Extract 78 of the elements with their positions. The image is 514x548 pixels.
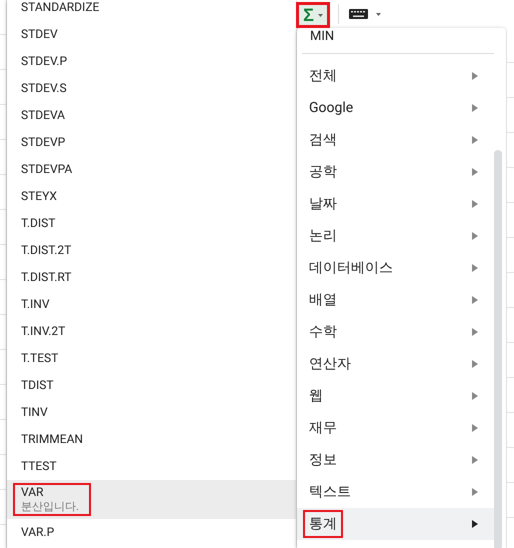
- submenu-arrow-icon: [472, 360, 478, 368]
- function-item[interactable]: T.DIST.RT: [7, 264, 296, 291]
- category-item[interactable]: Google: [297, 92, 494, 124]
- category-item[interactable]: 통계: [297, 508, 494, 540]
- function-item[interactable]: STDEVA: [7, 102, 296, 129]
- submenu-arrow-icon: [472, 168, 478, 176]
- function-name: TINV: [21, 405, 48, 420]
- function-item[interactable]: T.INV: [7, 291, 296, 318]
- submenu-arrow-icon: [472, 424, 478, 432]
- category-item[interactable]: 날짜: [297, 188, 494, 220]
- submenu-arrow-icon: [472, 264, 478, 272]
- category-item[interactable]: 데이터베이스: [297, 252, 494, 284]
- function-name: STDEV.P: [21, 54, 68, 69]
- category-item[interactable]: 웹: [297, 380, 494, 412]
- category-item[interactable]: 논리: [297, 220, 494, 252]
- function-name: TDIST: [21, 378, 54, 393]
- function-name: STANDARDIZE: [21, 0, 100, 15]
- function-name: T.DIST: [21, 216, 56, 231]
- submenu-arrow-icon: [472, 328, 478, 336]
- function-item[interactable]: STDEV.P: [7, 48, 296, 75]
- category-item[interactable]: 배열: [297, 284, 494, 316]
- submenu-arrow-icon: [472, 456, 478, 464]
- function-item[interactable]: STDEVP: [7, 129, 296, 156]
- function-name: STDEVP: [21, 135, 66, 150]
- function-name: STDEVA: [21, 108, 66, 123]
- scrollbar[interactable]: [494, 150, 502, 548]
- functions-button[interactable]: Σ: [296, 2, 330, 28]
- function-item[interactable]: STEYX: [7, 183, 296, 210]
- submenu-arrow-icon: [472, 392, 478, 400]
- category-item[interactable]: 연산자: [297, 348, 494, 380]
- category-item[interactable]: 정보: [297, 444, 494, 476]
- function-name: TTEST: [21, 459, 57, 474]
- submenu-arrow-icon: [472, 520, 478, 528]
- function-item[interactable]: TRIMMEAN: [7, 426, 296, 453]
- function-item[interactable]: VAR.P: [7, 519, 296, 546]
- function-name: STDEV: [21, 27, 58, 42]
- function-name: T.DIST.RT: [21, 270, 72, 285]
- function-name: VAR: [21, 485, 44, 500]
- caret-icon: [318, 14, 323, 16]
- function-name: TRIMMEAN: [21, 432, 83, 447]
- category-item[interactable]: 수학: [297, 316, 494, 348]
- function-name: VAR.P: [21, 525, 54, 540]
- function-name: STDEV.S: [21, 81, 67, 96]
- function-name: T.INV: [21, 297, 50, 312]
- submenu-arrow-icon: [472, 200, 478, 208]
- category-item[interactable]: 텍스트: [297, 476, 494, 508]
- function-item[interactable]: T.DIST.2T: [7, 237, 296, 264]
- submenu-arrow-icon: [472, 488, 478, 496]
- submenu-arrow-icon: [472, 232, 478, 240]
- function-item[interactable]: TTEST: [7, 453, 296, 480]
- function-item[interactable]: STDEV: [7, 21, 296, 48]
- category-item[interactable]: 검색: [297, 124, 494, 156]
- function-item[interactable]: VAR 분산입니다.: [7, 480, 296, 519]
- function-item[interactable]: T.INV.2T: [7, 318, 296, 345]
- caret-icon: [376, 12, 381, 16]
- submenu-arrow-icon: [472, 104, 478, 112]
- submenu-arrow-icon: [472, 72, 478, 80]
- function-description: 분산입니다.: [21, 500, 79, 514]
- function-item[interactable]: STDEVPA: [7, 156, 296, 183]
- function-name: T.DIST.2T: [21, 243, 72, 258]
- function-item[interactable]: STANDARDIZE: [7, 0, 296, 21]
- submenu-arrow-icon: [472, 296, 478, 304]
- submenu-arrow-icon: [472, 136, 478, 144]
- function-item[interactable]: STDEV.S: [7, 75, 296, 102]
- function-item[interactable]: TDIST: [7, 372, 296, 399]
- keyboard-button[interactable]: [349, 9, 381, 19]
- function-name: T.TEST: [21, 351, 58, 366]
- category-item[interactable]: 공학: [297, 156, 494, 188]
- category-item[interactable]: 전체: [297, 60, 494, 92]
- function-item[interactable]: TINV: [7, 399, 296, 426]
- function-item[interactable]: T.DIST: [7, 210, 296, 237]
- category-item[interactable]: 재무: [297, 412, 494, 444]
- function-name: STEYX: [21, 189, 57, 204]
- function-name: T.INV.2T: [21, 324, 66, 339]
- keyboard-icon: [349, 9, 368, 19]
- menu-item[interactable]: MIN: [297, 28, 494, 46]
- function-item[interactable]: T.TEST: [7, 345, 296, 372]
- function-name: STDEVPA: [21, 162, 72, 177]
